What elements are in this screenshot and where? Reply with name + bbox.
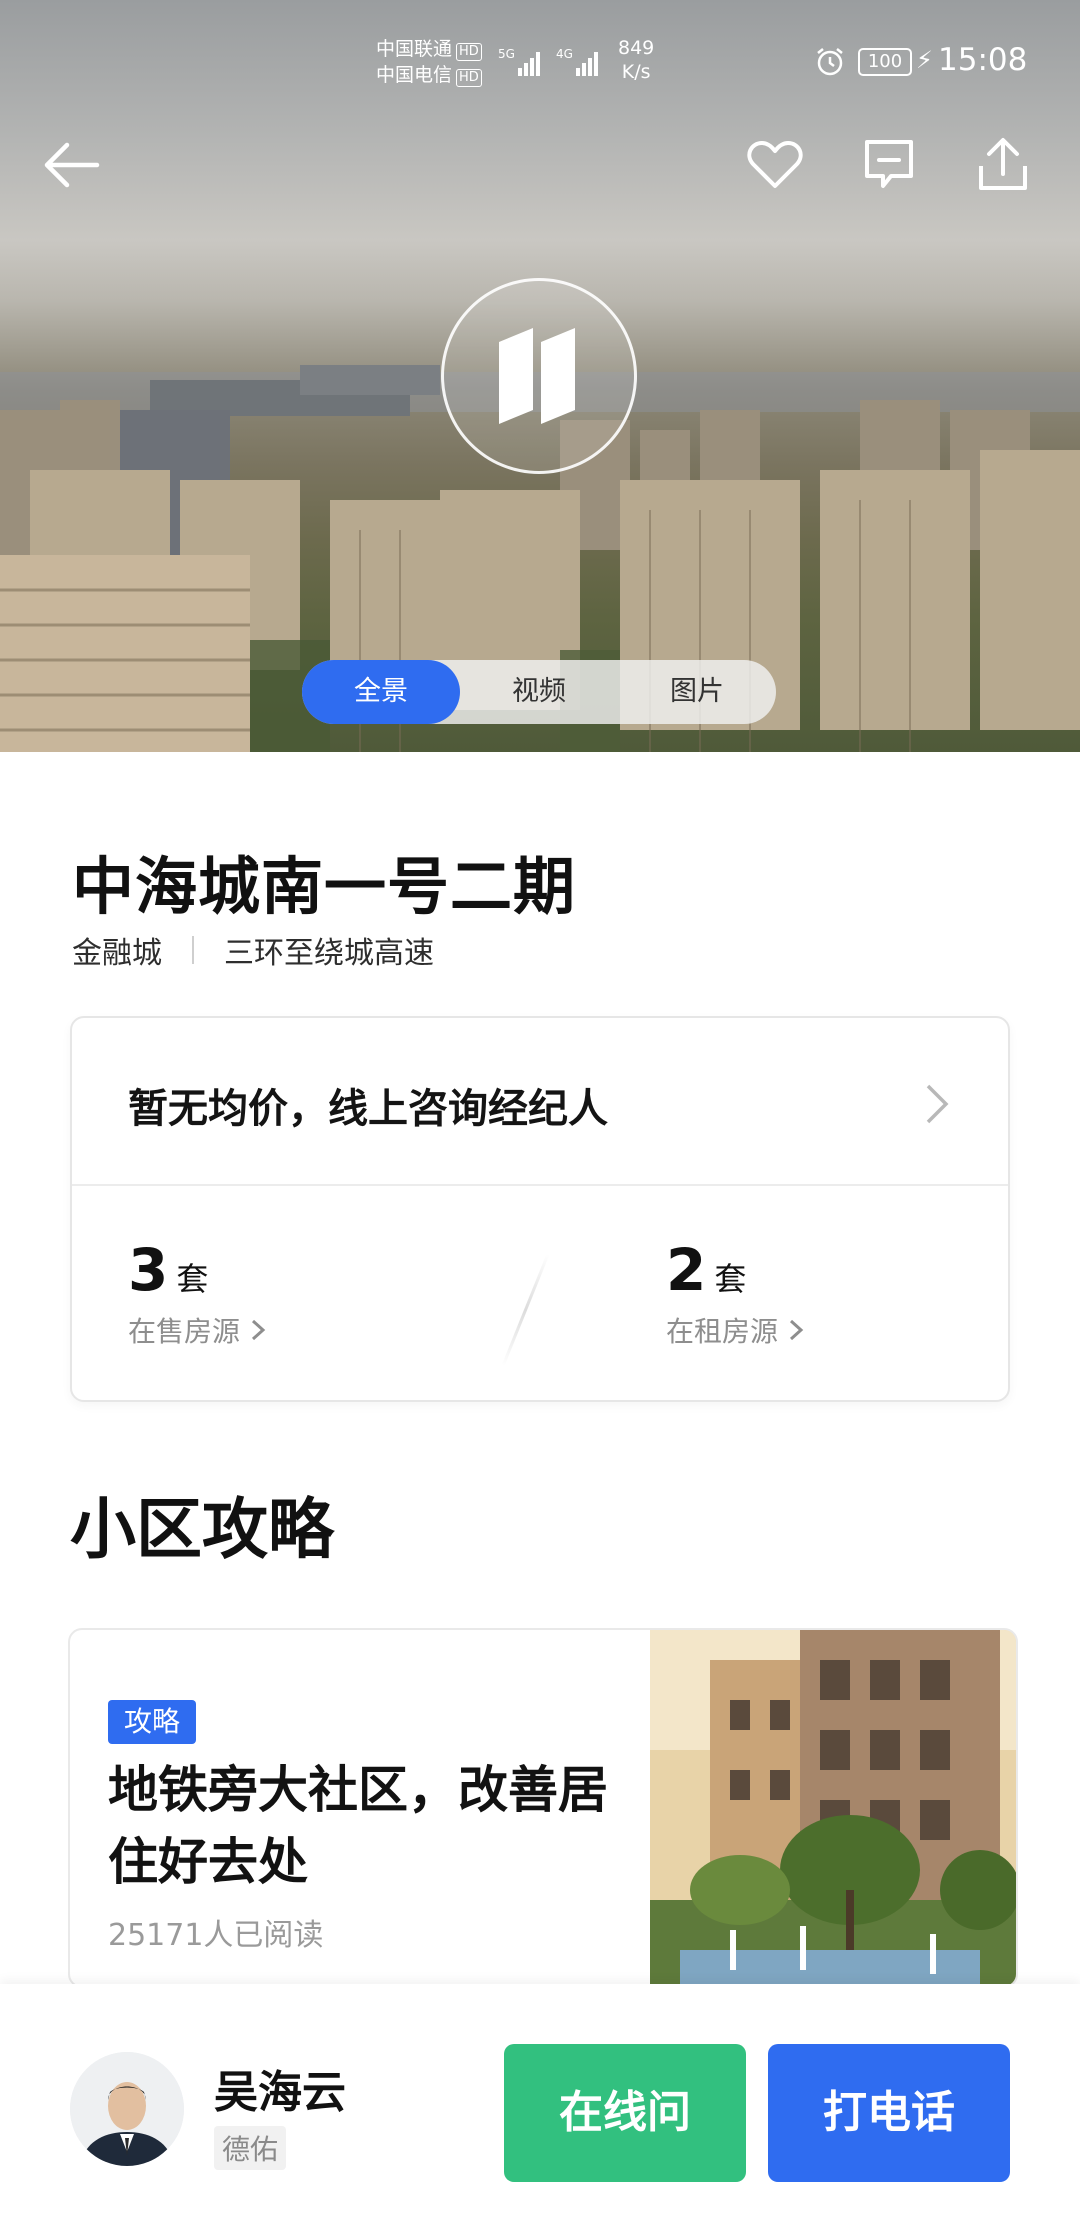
article-thumbnail [650,1630,1016,1986]
for-rent-count: 2 [666,1236,707,1304]
network-speed: 849 K/s [618,37,655,83]
price-consult-row[interactable]: 暂无均价，线上咨询经纪人 [72,1018,1008,1186]
call-button[interactable]: 打电话 [768,2044,1010,2182]
share-icon [979,138,1027,190]
agent-name: 吴海云 [214,2067,346,2118]
panorama-hero[interactable]: 中国联通 HD 中国电信 HD 5G 4G 849 K/s 100 ⚡ 15:08 [0,0,1080,752]
tab-panorama[interactable]: 全景 [302,660,460,724]
for-sale-label: 在售房源 [128,1315,241,1348]
ring-area-label: 三环至绕城高速 [224,936,434,971]
chevron-right-icon [790,1319,804,1341]
agent-photo [70,2052,184,2166]
district-label: 金融城 [72,936,162,971]
price-card: 暂无均价，线上咨询经纪人 3套 在售房源 2套 在租房源 [70,1016,1010,1402]
guide-article-card[interactable]: 攻略 地铁旁大社区，改善居住好去处 25171人已阅读 [68,1628,1018,1988]
battery-indicator: 100 [858,48,912,76]
stat-divider [501,1253,550,1367]
for-sale-stat[interactable]: 3套 在售房源 [128,1236,270,1350]
agent-contact-bar: 吴海云 德佑 在线问 打电话 [0,1984,1080,2227]
tab-video[interactable]: 视频 [460,660,618,724]
charging-icon: ⚡ [916,46,933,74]
vr-logo-icon [499,328,575,424]
for-sale-count: 3 [128,1236,169,1304]
tab-photos[interactable]: 图片 [618,660,776,724]
heart-icon [747,141,803,188]
chevron-right-icon [252,1319,266,1341]
for-rent-label: 在租房源 [666,1315,779,1348]
message-button[interactable] [854,130,924,200]
guide-tag: 攻略 [108,1700,197,1744]
article-title: 地铁旁大社区，改善居住好去处 [108,1761,608,1891]
agent-company: 德佑 [214,2126,287,2170]
property-location: 金融城 三环至绕城高速 [72,928,434,972]
online-chat-button[interactable]: 在线问 [504,2044,746,2182]
alarm-icon [817,48,843,76]
status-bar: 中国联通 HD 中国电信 HD 5G 4G 849 K/s 100 ⚡ 15:08 [0,0,1080,120]
price-text: 暂无均价，线上咨询经纪人 [128,1086,608,1132]
signal-5g-icon: 5G [498,47,540,76]
svg-text:5G: 5G [498,47,515,61]
for-rent-stat[interactable]: 2套 在租房源 [666,1236,808,1350]
svg-text:4G: 4G [556,47,573,61]
back-arrow-icon [44,142,100,188]
chevron-right-icon [926,1084,949,1124]
back-button[interactable] [36,130,106,200]
signal-4g-icon: 4G [556,47,598,76]
share-button[interactable] [968,130,1038,200]
property-title: 中海城南一号二期 [72,850,577,923]
avatar[interactable] [70,2052,184,2166]
media-tabs: 全景 视频 图片 [302,660,776,724]
vr-play-button[interactable] [441,278,637,474]
message-icon [865,140,913,188]
clock-time: 15:08 [938,42,1028,78]
favorite-button[interactable] [740,130,810,200]
carrier-info: 中国联通 HD 中国电信 HD [376,36,482,88]
read-count: 25171人已阅读 [108,1918,324,1953]
divider [192,936,194,964]
section-title-guide: 小区攻略 [70,1491,334,1568]
